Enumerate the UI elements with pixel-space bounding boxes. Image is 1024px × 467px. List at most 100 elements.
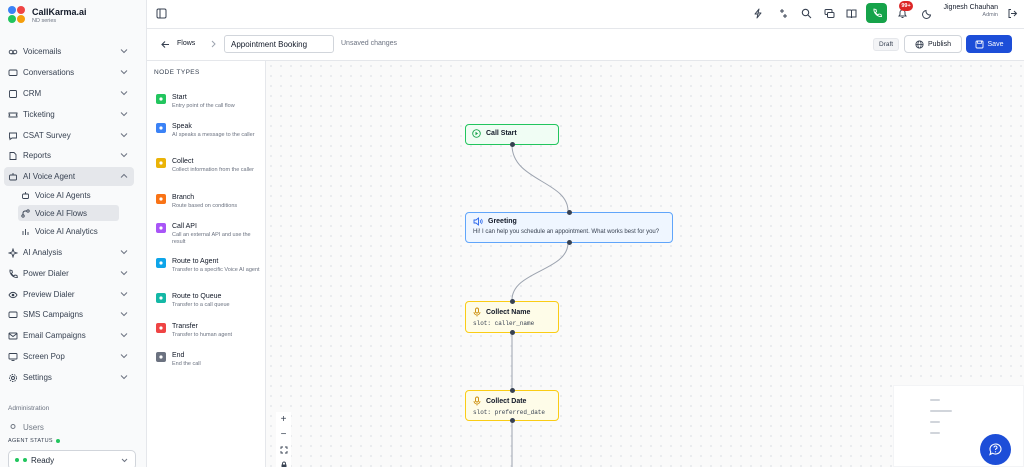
toggle-sidebar-icon[interactable] (155, 7, 167, 19)
sidebar-item-screen-pop[interactable]: Screen Pop (4, 347, 134, 366)
sidebar-item-reports[interactable]: Reports (4, 146, 134, 165)
sidebar-item-conversations[interactable]: Conversations (4, 63, 134, 82)
branch-icon (156, 194, 166, 204)
chevron-down-icon[interactable] (120, 373, 128, 381)
route-agent-icon (156, 258, 166, 268)
node-type-speak[interactable]: Speak AI speaks a message to the caller (156, 122, 262, 139)
sidebar-item-label: Ticketing (23, 110, 55, 119)
sidebar-item-ticketing[interactable]: Ticketing (4, 105, 134, 124)
top-bar: 99+ Jignesh Chauhan Admin (147, 0, 1024, 29)
input-port[interactable] (510, 299, 515, 304)
publish-button[interactable]: Publish (904, 35, 962, 53)
phone-button[interactable] (866, 3, 887, 23)
node-type-start[interactable]: Start Entry point of the call flow (156, 93, 262, 110)
node-collect-date[interactable]: Collect Date slot: preferred_date (465, 388, 559, 423)
chevron-up-icon[interactable] (120, 172, 128, 180)
queue-icon (156, 293, 166, 303)
chevron-down-icon[interactable] (120, 68, 128, 76)
user-name[interactable]: Jignesh Chauhan (944, 4, 999, 11)
status-badge: Draft (873, 38, 900, 51)
edge-greeting-name (511, 242, 569, 301)
chevron-down-icon[interactable] (120, 151, 128, 159)
api-icon (156, 223, 166, 233)
input-port[interactable] (510, 388, 515, 393)
sidebar-item-users[interactable]: Users (4, 418, 134, 437)
microphone-icon (473, 396, 481, 406)
chevron-down-icon[interactable] (120, 89, 128, 97)
node-type-desc: AI speaks a message to the caller (172, 132, 255, 138)
chevron-down-icon[interactable] (120, 352, 128, 360)
node-type-name: Start (172, 94, 187, 101)
messages-icon[interactable] (823, 7, 835, 19)
node-type-branch[interactable]: Branch Route based on conditions (156, 193, 262, 210)
sidebar-item-ai-voice-agent[interactable]: AI Voice Agent (4, 167, 134, 186)
chevron-down-icon[interactable] (120, 110, 128, 118)
sidebar-item-settings[interactable]: Settings (4, 368, 134, 387)
sidebar-subitem-label: Voice AI Analytics (35, 226, 98, 236)
node-type-call-api[interactable]: Call API Call an external API and use the… (156, 222, 262, 246)
theme-toggle-icon[interactable] (921, 7, 933, 19)
lightning-icon[interactable] (752, 7, 764, 19)
output-port[interactable] (510, 418, 515, 423)
sidebar-item-preview-dialer[interactable]: Preview Dialer (4, 285, 134, 304)
sidebar-item-label: Preview Dialer (23, 290, 75, 299)
chevron-right-icon (211, 40, 216, 48)
logout-icon[interactable] (1006, 7, 1018, 19)
sidebar-subitem-voice-ai-flows[interactable]: Voice AI Flows (18, 205, 119, 221)
output-port[interactable] (510, 330, 515, 335)
zoom-in-button[interactable]: + (276, 412, 291, 427)
sidebar-subitem-voice-ai-agents[interactable]: Voice AI Agents (18, 187, 119, 203)
lock-button[interactable] (276, 457, 291, 467)
sidebar-item-label: Reports (23, 151, 52, 160)
back-arrow-icon[interactable] (160, 39, 171, 50)
node-greeting[interactable]: Greeting Hi! I can help you schedule an … (465, 210, 673, 245)
palette-title: NODE TYPES (154, 69, 200, 76)
sidebar-item-email-campaigns[interactable]: Email Campaigns (4, 326, 134, 345)
chevron-down-icon[interactable] (120, 269, 128, 277)
sidebar-subitem-voice-ai-analytics[interactable]: Voice AI Analytics (18, 223, 119, 239)
sidebar-item-sms-campaigns[interactable]: SMS Campaigns (4, 305, 134, 324)
node-type-route-to-agent[interactable]: Route to Agent Transfer to a specific Voi… (156, 257, 262, 274)
node-type-name: Route to Queue (172, 293, 222, 300)
save-button[interactable]: Save (966, 35, 1012, 53)
search-icon[interactable] (800, 7, 812, 19)
output-port[interactable] (567, 240, 572, 245)
speaker-icon (473, 217, 483, 226)
node-type-end[interactable]: End End the call (156, 351, 262, 368)
flow-canvas[interactable]: Call Start Greeting Hi! I can help you s… (266, 61, 1024, 467)
agent-status-text: AGENT STATUS (8, 438, 53, 444)
chevron-down-icon[interactable] (120, 131, 128, 139)
chevron-down-icon[interactable] (120, 331, 128, 339)
agent-status-select[interactable]: Ready (8, 450, 136, 467)
output-port[interactable] (510, 142, 515, 147)
fit-view-button[interactable] (276, 442, 291, 457)
help-chat-button[interactable] (980, 434, 1011, 465)
book-icon[interactable] (845, 7, 857, 19)
node-call-start[interactable]: Call Start (465, 124, 559, 147)
sidebar-item-voicemails[interactable]: Voicemails (4, 42, 134, 61)
node-type-transfer[interactable]: Transfer Transfer to human agent (156, 322, 262, 339)
node-type-collect[interactable]: Collect Collect information from the call… (156, 157, 262, 174)
save-icon (975, 40, 983, 48)
flow-name-input[interactable] (224, 35, 334, 53)
ticket-icon (8, 110, 18, 120)
sidebar-item-ai-analysis[interactable]: AI Analysis (4, 243, 134, 262)
sidebar-item-label: Voicemails (23, 47, 62, 56)
chevron-down-icon[interactable] (120, 47, 128, 55)
input-port[interactable] (567, 210, 572, 215)
zoom-out-button[interactable]: − (276, 427, 291, 442)
eye-icon (8, 290, 18, 300)
breadcrumb-flows[interactable]: Flows (177, 40, 195, 47)
play-icon (156, 94, 166, 104)
sparkles-icon[interactable] (776, 7, 788, 19)
chevron-down-icon[interactable] (120, 290, 128, 298)
edge-start-greeting (511, 144, 569, 212)
brand[interactable]: CallKarma.ai ND series (8, 6, 87, 24)
chevron-down-icon[interactable] (120, 310, 128, 318)
node-type-route-to-queue[interactable]: Route to Queue Transfer to a call queue (156, 292, 262, 309)
sidebar-item-csat-survey[interactable]: CSAT Survey (4, 126, 134, 145)
sidebar-item-power-dialer[interactable]: Power Dialer (4, 264, 134, 283)
node-collect-name[interactable]: Collect Name slot: caller_name (465, 299, 559, 335)
sidebar-item-crm[interactable]: CRM (4, 84, 134, 103)
chevron-down-icon[interactable] (120, 248, 128, 256)
